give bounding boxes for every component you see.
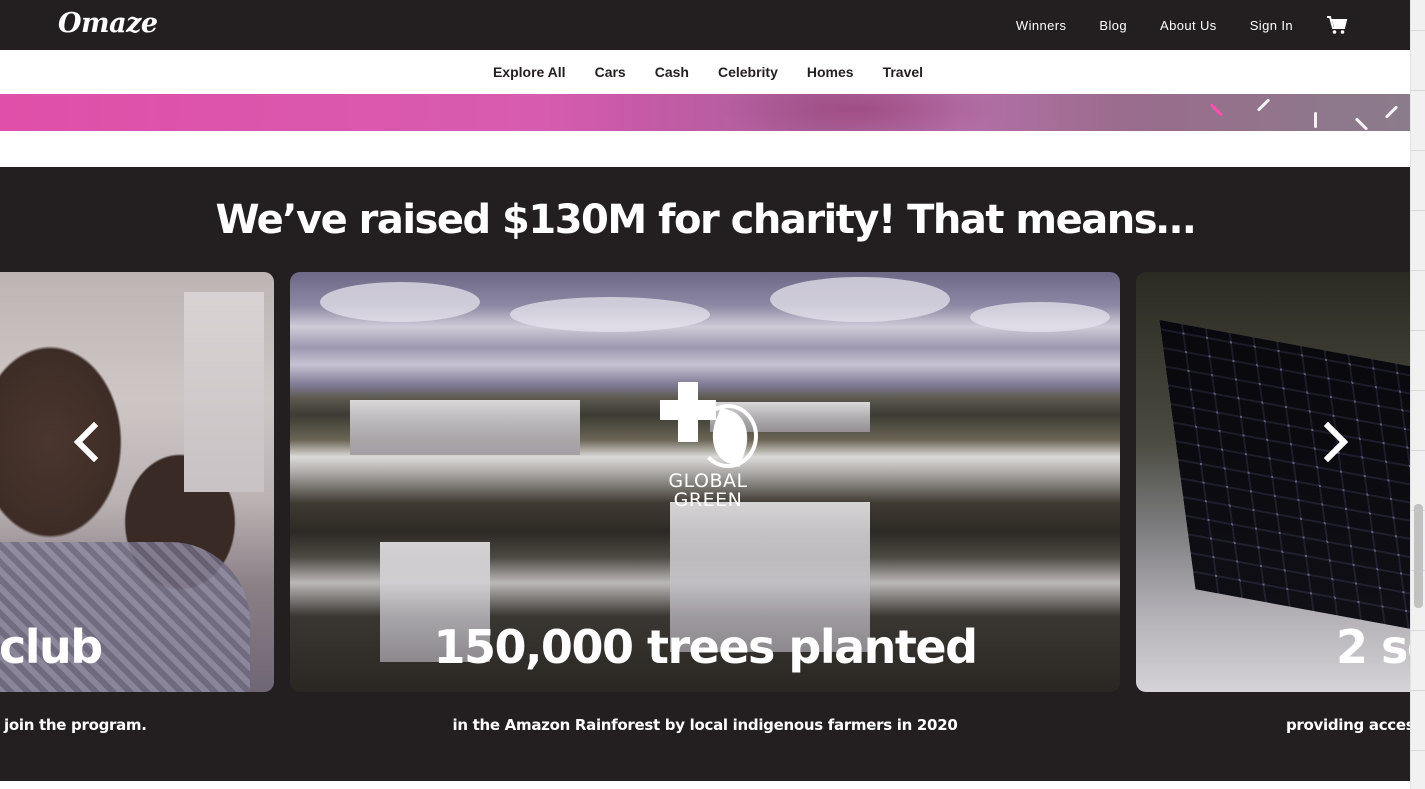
category-celebrity[interactable]: Celebrity xyxy=(718,64,778,80)
category-cars[interactable]: Cars xyxy=(595,64,626,80)
top-nav-links: Winners Blog About Us Sign In xyxy=(1016,0,1348,50)
banner-photo-detail xyxy=(720,94,1000,131)
impact-caption-center: in the Amazon Rainforest by local indige… xyxy=(452,716,958,734)
impact-card-right[interactable]: 2 so xyxy=(1136,272,1425,692)
solar-panels-photo xyxy=(1159,319,1425,645)
charity-impact-section: We’ve raised $130M for charity! That mea… xyxy=(0,167,1425,781)
photo-waterfall xyxy=(350,400,580,455)
logo-text-green: GREEN xyxy=(673,489,743,511)
confetti-mark xyxy=(1256,98,1271,112)
confetti-mark xyxy=(1354,117,1369,131)
confetti-mark xyxy=(1384,105,1399,119)
card-photo-window xyxy=(184,292,264,492)
chevron-right-icon[interactable] xyxy=(1320,421,1352,463)
category-nav: Explore All Cars Cash Celebrity Homes Tr… xyxy=(0,50,1410,94)
impact-caption-right: providing access xyxy=(1286,716,1424,734)
cart-icon[interactable] xyxy=(1326,15,1348,35)
category-cash[interactable]: Cash xyxy=(655,64,689,80)
impact-card-title: 150,000 trees planted xyxy=(433,620,978,674)
promo-banner-image[interactable] xyxy=(0,94,1410,131)
page-bottom-edge xyxy=(0,781,1410,789)
page: Omaze Winners Blog About Us Sign In Expl… xyxy=(0,0,1425,789)
scrollbar-thumb[interactable] xyxy=(1414,504,1423,608)
photo-cloud xyxy=(510,297,710,332)
photo-cloud xyxy=(970,302,1110,332)
spacer xyxy=(0,131,1410,167)
nav-about-us-link[interactable]: About Us xyxy=(1160,18,1217,33)
impact-card-left[interactable]: t club xyxy=(0,272,274,692)
global-green-emblem xyxy=(653,382,763,472)
impact-card-center[interactable]: GLOBAL GREEN 150,000 trees planted xyxy=(290,272,1120,692)
vertical-scrollbar[interactable] xyxy=(1410,0,1425,789)
charity-heading: We’ve raised $130M for charity! That mea… xyxy=(215,197,1196,243)
photo-cloud xyxy=(320,282,480,322)
global-green-logo: GLOBAL GREEN xyxy=(648,382,768,522)
category-explore-all[interactable]: Explore All xyxy=(493,64,566,80)
impact-card-title: t club xyxy=(0,620,103,674)
confetti-mark xyxy=(1314,112,1317,128)
impact-caption-left: join the program. xyxy=(4,716,147,734)
photo-cloud xyxy=(770,277,950,322)
top-navigation-bar: Omaze Winners Blog About Us Sign In xyxy=(0,0,1410,50)
nav-blog-link[interactable]: Blog xyxy=(1099,18,1127,33)
nav-winners-link[interactable]: Winners xyxy=(1016,18,1066,33)
confetti-mark xyxy=(1209,103,1224,117)
omaze-logo[interactable]: Omaze xyxy=(58,8,158,39)
category-travel[interactable]: Travel xyxy=(883,64,923,80)
category-homes[interactable]: Homes xyxy=(807,64,854,80)
nav-sign-in-link[interactable]: Sign In xyxy=(1250,18,1293,33)
chevron-left-icon[interactable] xyxy=(70,421,102,463)
